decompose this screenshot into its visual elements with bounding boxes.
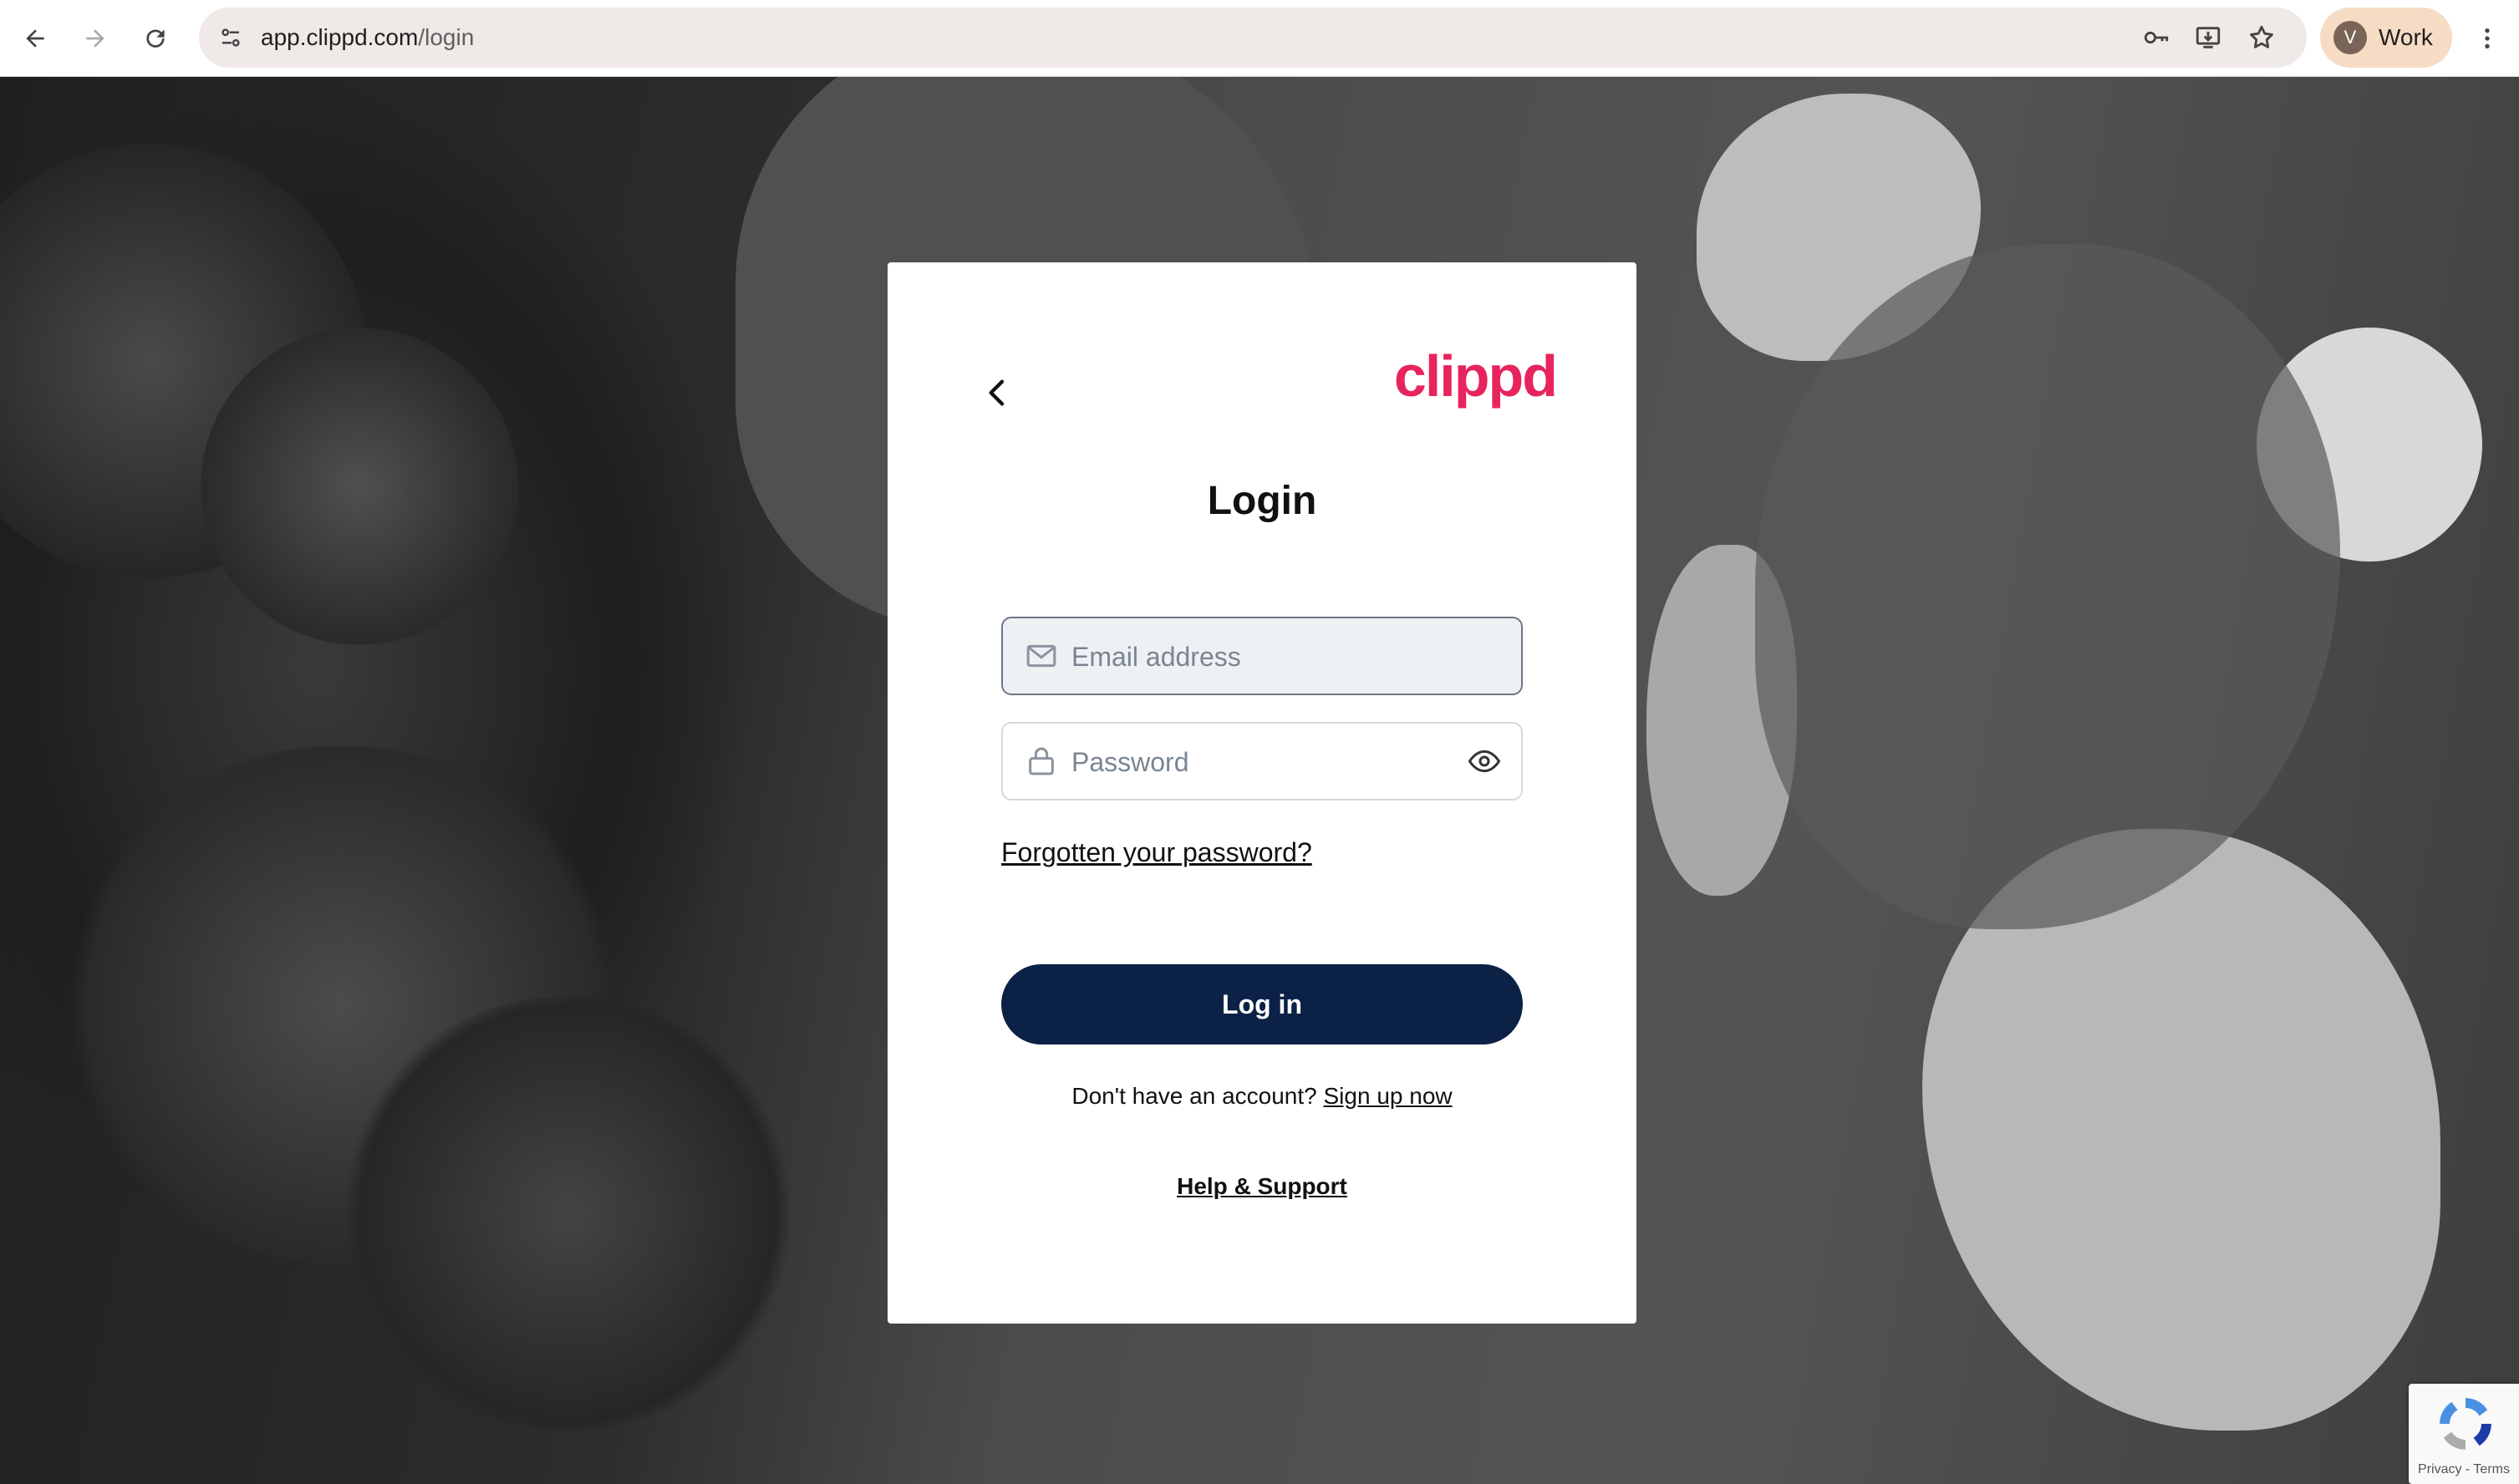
clippd-logo: clippd xyxy=(1393,343,1558,409)
eye-icon[interactable] xyxy=(1468,745,1501,778)
email-input[interactable] xyxy=(1070,618,1458,695)
forgot-password-link[interactable]: Forgotten your password? xyxy=(1001,837,1312,868)
page-title: Login xyxy=(1207,479,1317,523)
profile-label: Work xyxy=(2379,24,2433,50)
back-chevron-icon[interactable] xyxy=(971,366,1025,419)
signup-link[interactable]: Sign up now xyxy=(1324,1083,1453,1109)
tree-canopy xyxy=(334,996,802,1431)
password-input[interactable] xyxy=(1070,724,1458,800)
login-button[interactable]: Log in xyxy=(1001,964,1523,1044)
recaptcha-links[interactable]: Privacy - Terms xyxy=(2409,1462,2519,1477)
bookmark-star-icon[interactable] xyxy=(2245,21,2278,54)
lock-icon xyxy=(1029,747,1054,775)
avatar: V xyxy=(2333,21,2367,54)
help-support-link[interactable]: Help & Support xyxy=(888,1173,1636,1200)
url-text: app.clippd.com/login xyxy=(261,8,474,68)
back-arrow-icon[interactable] xyxy=(12,15,59,62)
url-path: /login xyxy=(418,24,475,50)
profile-button[interactable]: V Work xyxy=(2320,8,2452,68)
recaptcha-badge[interactable]: Privacy - Terms xyxy=(2409,1384,2519,1484)
site-info-icon[interactable] xyxy=(211,18,251,58)
install-app-icon[interactable] xyxy=(2191,21,2225,54)
browser-toolbar: app.clippd.com/login V Work xyxy=(0,0,2519,77)
reload-icon[interactable] xyxy=(132,15,179,62)
forward-arrow-icon[interactable] xyxy=(72,15,119,62)
green-shape xyxy=(1755,244,2340,929)
email-field[interactable] xyxy=(1001,617,1523,695)
password-key-icon[interactable] xyxy=(2140,21,2173,54)
mail-icon xyxy=(1026,644,1056,668)
password-field[interactable] xyxy=(1001,722,1523,800)
more-vert-icon[interactable] xyxy=(2471,15,2504,62)
login-card: clippd Login Forgotten your password? Lo… xyxy=(888,262,1636,1324)
signup-prompt: Don't have an account? Sign up now xyxy=(888,1083,1636,1110)
recaptcha-icon xyxy=(2440,1398,2491,1450)
no-account-text: Don't have an account? xyxy=(1071,1083,1317,1109)
tree-canopy xyxy=(201,328,518,645)
address-bar[interactable]: app.clippd.com/login xyxy=(199,8,2307,68)
url-host: app.clippd.com xyxy=(261,24,419,50)
